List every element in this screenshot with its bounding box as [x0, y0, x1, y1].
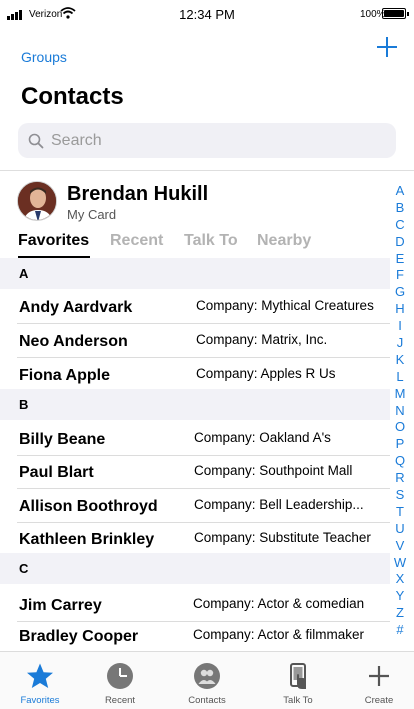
my-card-name[interactable]: Brendan Hukill [67, 183, 208, 206]
add-contact-button[interactable] [374, 34, 400, 60]
contact-company: Company: Actor & comedian [193, 596, 365, 611]
index-letter[interactable]: D [392, 234, 408, 251]
avatar[interactable] [17, 181, 57, 221]
index-letter[interactable]: J [392, 335, 408, 352]
index-letter[interactable]: R [392, 470, 408, 487]
search-icon [28, 133, 44, 149]
status-time: 12:34 PM [179, 7, 235, 22]
tabbar-recent[interactable]: Recent [85, 652, 155, 709]
contact-name: Allison Boothroyd [19, 498, 158, 515]
tabbar-label: Favorites [20, 695, 60, 706]
tabbar-contacts[interactable]: Contacts [172, 652, 242, 709]
clock-icon [107, 663, 133, 689]
search-input[interactable] [51, 123, 381, 158]
index-letter[interactable]: F [392, 267, 408, 284]
tabbar-label: Create [364, 695, 394, 706]
contact-name: Paul Blart [19, 464, 94, 481]
contact-row[interactable]: Paul Blart Company: Southpoint Mall [0, 457, 390, 489]
index-letter[interactable]: U [392, 521, 408, 538]
contact-row[interactable]: Neo Anderson Company: Matrix, Inc. [0, 326, 390, 358]
status-bar: Verizon 12:34 PM 100% [0, 0, 414, 30]
tab-recent[interactable]: Recent [110, 232, 163, 250]
contact-company: Company: Apples R Us [196, 366, 336, 381]
tabbar-talk-to[interactable]: Talk To [263, 652, 333, 709]
contact-company: Company: Substitute Teacher [194, 530, 371, 545]
contact-name: Fiona Apple [19, 367, 110, 384]
index-letter[interactable]: P [392, 436, 408, 453]
tabbar-create[interactable]: Create [344, 652, 414, 709]
groups-link[interactable]: Groups [21, 49, 67, 65]
page-title: Contacts [21, 83, 124, 110]
my-card-label: My Card [67, 207, 117, 222]
section-header-a: A [0, 258, 390, 289]
index-letter[interactable]: C [392, 217, 408, 234]
section-letter: C [19, 561, 29, 576]
battery-icon [382, 8, 409, 19]
contact-company: Company: Bell Leadership... [194, 497, 364, 512]
contact-company: Company: Southpoint Mall [194, 463, 353, 478]
alphabet-index[interactable]: A B C D E F G H I J K L M N O P Q R S T … [392, 183, 408, 639]
contact-row[interactable]: Kathleen Brinkley Company: Substitute Te… [0, 524, 390, 556]
index-letter[interactable]: S [392, 487, 408, 504]
contact-row[interactable]: Jim Carrey Company: Actor & comedian [0, 590, 390, 622]
index-letter[interactable]: B [392, 200, 408, 217]
section-header-c: C [0, 553, 390, 584]
contact-row[interactable]: Bradley Cooper Company: Actor & filmmake… [0, 621, 390, 653]
contact-name: Neo Anderson [19, 333, 128, 350]
section-letter: A [19, 266, 29, 281]
contact-row[interactable]: Allison Boothroyd Company: Bell Leadersh… [0, 491, 390, 523]
index-letter[interactable]: Q [392, 453, 408, 470]
index-letter[interactable]: K [392, 352, 408, 369]
contact-name: Jim Carrey [19, 597, 102, 614]
divider [0, 170, 414, 171]
index-letter[interactable]: Z [392, 605, 408, 622]
search-bar[interactable] [18, 123, 396, 158]
index-letter[interactable]: T [392, 504, 408, 521]
people-icon [194, 663, 220, 689]
index-letter[interactable]: A [392, 183, 408, 200]
contact-company: Company: Mythical Creatures [196, 298, 374, 313]
plus-icon [369, 666, 389, 686]
tab-favorites[interactable]: Favorites [18, 232, 89, 250]
phone-touch-icon [290, 663, 306, 689]
index-letter[interactable]: X [392, 571, 408, 588]
index-letter[interactable]: # [392, 622, 408, 639]
index-letter[interactable]: N [392, 403, 408, 420]
contact-row[interactable]: Andy Aardvark Company: Mythical Creature… [0, 292, 390, 324]
index-letter[interactable]: L [392, 369, 408, 386]
tab-talk-to[interactable]: Talk To [184, 232, 238, 250]
section-letter: B [19, 397, 29, 412]
contact-row[interactable]: Billy Beane Company: Oakland A's [0, 424, 390, 456]
tab-nearby[interactable]: Nearby [257, 232, 311, 250]
contact-company: Company: Actor & filmmaker [193, 627, 365, 642]
tabbar-label: Talk To [283, 695, 313, 706]
tabbar-label: Contacts [188, 695, 226, 706]
contact-name: Bradley Cooper [19, 628, 139, 645]
tabbar-label: Recent [104, 695, 136, 706]
index-letter[interactable]: H [392, 301, 408, 318]
index-letter[interactable]: V [392, 538, 408, 555]
contact-name: Andy Aardvark [19, 299, 133, 316]
index-letter[interactable]: Y [392, 588, 408, 605]
contact-name: Billy Beane [19, 431, 106, 448]
index-letter[interactable]: E [392, 251, 408, 268]
contact-name: Kathleen Brinkley [19, 531, 155, 548]
index-letter[interactable]: W [392, 555, 408, 572]
star-icon [27, 663, 53, 688]
index-letter[interactable]: M [392, 386, 408, 403]
index-letter[interactable]: G [392, 284, 408, 301]
section-header-b: B [0, 389, 390, 420]
index-letter[interactable]: O [392, 419, 408, 436]
tabbar-favorites[interactable]: Favorites [5, 652, 75, 709]
contact-company: Company: Oakland A's [194, 430, 331, 445]
bottom-tab-bar: Favorites Recent Contacts Talk To Create [0, 651, 414, 709]
contact-row[interactable]: Fiona Apple Company: Apples R Us [0, 360, 390, 392]
contact-company: Company: Matrix, Inc. [196, 332, 328, 347]
index-letter[interactable]: I [392, 318, 408, 335]
